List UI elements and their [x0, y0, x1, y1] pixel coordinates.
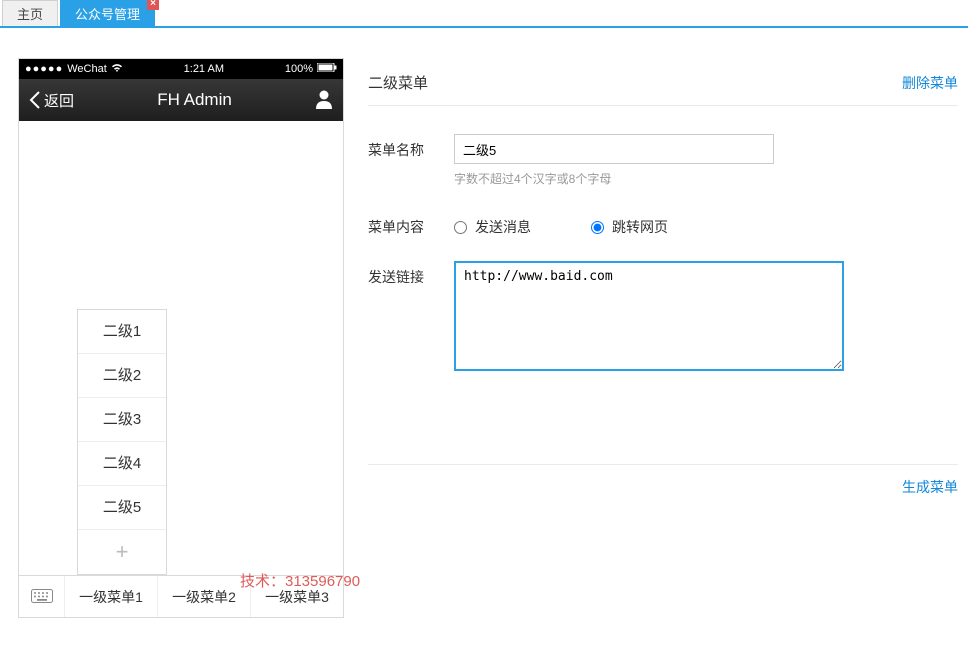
submenu-item[interactable]: 二级2	[78, 354, 166, 398]
submenu-item[interactable]: 二级3	[78, 398, 166, 442]
tab-wechat-manage[interactable]: 公众号管理 ×	[60, 0, 155, 26]
back-button[interactable]: 返回	[29, 90, 74, 111]
back-label: 返回	[44, 90, 74, 111]
close-icon[interactable]: ×	[147, 0, 159, 10]
name-label: 菜单名称	[368, 134, 454, 160]
wifi-icon	[111, 63, 123, 76]
radio-link-label: 跳转网页	[612, 217, 668, 237]
keyboard-button[interactable]	[19, 576, 65, 617]
delete-menu-button[interactable]: 删除菜单	[902, 73, 958, 93]
phone-preview: ●●●●● WeChat 1:21 AM 100% 返回 FH Admin	[18, 58, 344, 618]
signal-icon: ●●●●●	[25, 63, 63, 75]
carrier-label: WeChat	[67, 63, 107, 75]
phone-title: FH Admin	[157, 90, 232, 110]
link-url-textarea[interactable]	[454, 261, 844, 371]
radio-link[interactable]: 跳转网页	[591, 217, 668, 237]
tab-label: 公众号管理	[75, 7, 140, 22]
battery-label: 100%	[285, 63, 313, 75]
form-title: 二级菜单	[368, 72, 428, 93]
battery-icon	[317, 63, 337, 75]
time-label: 1:21 AM	[184, 63, 224, 75]
phone-body: 二级1 二级2 二级3 二级4 二级5 +	[19, 121, 343, 575]
submenu-add-button[interactable]: +	[78, 530, 166, 574]
top-tabs: 主页 公众号管理 ×	[0, 0, 968, 28]
user-icon[interactable]	[315, 89, 333, 112]
content-label: 菜单内容	[368, 211, 454, 237]
submenu-item[interactable]: 二级4	[78, 442, 166, 486]
phone-status-bar: ●●●●● WeChat 1:21 AM 100%	[19, 59, 343, 79]
form-header: 二级菜单 删除菜单	[368, 72, 958, 106]
radio-send-label: 发送消息	[475, 217, 531, 237]
phone-header: 返回 FH Admin	[19, 79, 343, 121]
main-menu-2[interactable]: 一级菜单2	[158, 576, 251, 617]
name-hint: 字数不超过4个汉字或8个字母	[454, 170, 958, 187]
tab-home[interactable]: 主页	[2, 0, 58, 26]
radio-send-message[interactable]: 发送消息	[454, 217, 531, 237]
keyboard-icon	[31, 589, 53, 605]
generate-menu-button[interactable]: 生成菜单	[902, 477, 958, 497]
chevron-left-icon	[29, 91, 41, 109]
main-menu-3[interactable]: 一级菜单3	[251, 576, 343, 617]
main-menu-1[interactable]: 一级菜单1	[65, 576, 158, 617]
submenu-item[interactable]: 二级5	[78, 486, 166, 530]
phone-bottombar: 一级菜单1 一级菜单2 一级菜单3	[19, 575, 343, 617]
form-footer: 生成菜单	[368, 464, 958, 497]
form-panel: 二级菜单 删除菜单 菜单名称 字数不超过4个汉字或8个字母 菜单内容 发送消息	[368, 58, 958, 618]
submenu-item[interactable]: 二级1	[78, 310, 166, 354]
radio-send-input[interactable]	[454, 221, 467, 234]
submenu-list: 二级1 二级2 二级3 二级4 二级5 +	[77, 309, 167, 575]
main-content: ●●●●● WeChat 1:21 AM 100% 返回 FH Admin	[0, 28, 968, 628]
menu-name-input[interactable]	[454, 134, 774, 164]
link-label: 发送链接	[368, 261, 454, 287]
radio-link-input[interactable]	[591, 221, 604, 234]
